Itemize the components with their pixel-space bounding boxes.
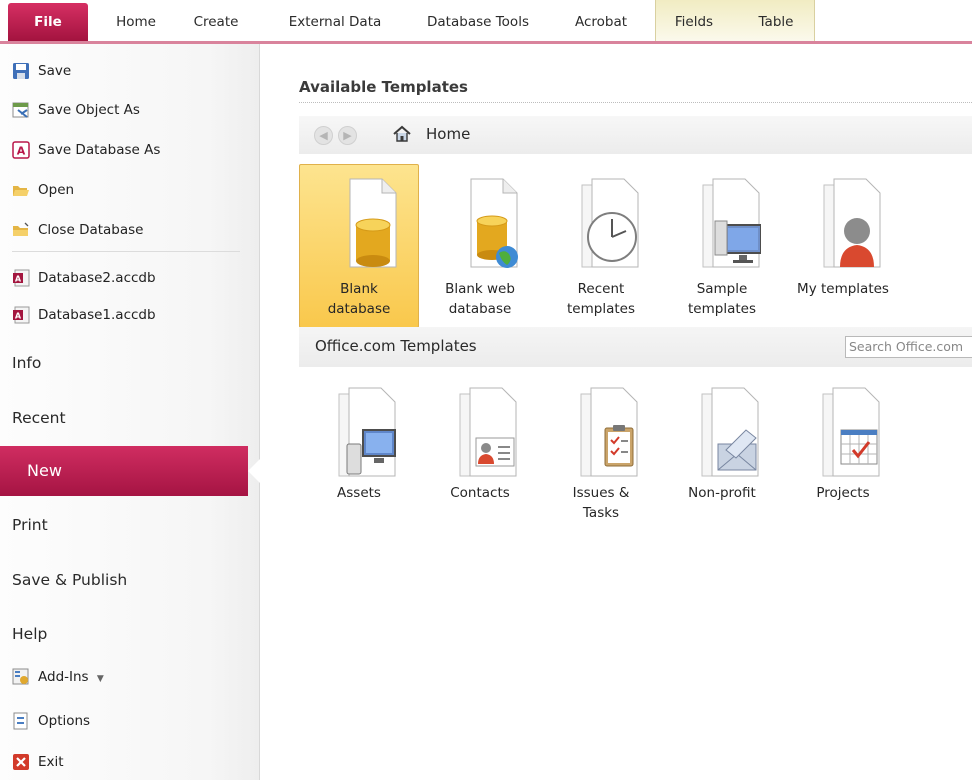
office-templates-bar: Office.com Templates Search Office.com [299, 327, 972, 367]
svg-text:A: A [15, 275, 22, 284]
save-label: Save [38, 63, 72, 79]
add-ins-icon [12, 668, 29, 685]
template-label: Blank database [327, 281, 391, 317]
tab-home[interactable]: Home [108, 0, 164, 41]
contact-card-icon [459, 387, 517, 477]
svg-text:A: A [15, 312, 22, 321]
tab-database-tools[interactable]: Database Tools [414, 0, 542, 41]
save-database-as-command[interactable]: A Save Database As [12, 137, 161, 163]
clipboard-icon [580, 387, 638, 477]
calendar-icon [822, 387, 880, 477]
save-command[interactable]: Save [13, 58, 72, 84]
template-label: Sample templates [688, 281, 756, 317]
forward-icon[interactable]: ▶ [338, 126, 357, 145]
nav-tab-new[interactable]: New [0, 446, 248, 496]
office-template-contacts[interactable]: Contacts [420, 384, 540, 544]
options-icon [13, 712, 28, 730]
clock-icon [581, 178, 639, 268]
template-blank-database[interactable]: Blank database [299, 164, 419, 328]
nav-tab-recent[interactable]: Recent [12, 403, 66, 433]
save-object-as-label: Save Object As [38, 102, 140, 118]
nav-tab-info[interactable]: Info [12, 348, 41, 378]
office-template-label: Contacts [450, 485, 510, 501]
save-database-as-icon: A [12, 141, 30, 159]
office-template-projects[interactable]: Projects [783, 384, 903, 544]
nav-tab-print[interactable]: Print [12, 510, 48, 540]
save-object-as-command[interactable]: Save Object As [12, 97, 140, 123]
add-ins-label: Add-Ins [38, 669, 89, 685]
nav-tab-save-publish[interactable]: Save & Publish [12, 565, 127, 595]
nav-tab-help[interactable]: Help [12, 619, 47, 649]
office-template-issues-tasks[interactable]: Issues & Tasks [541, 384, 661, 544]
office-template-non-profit[interactable]: Non-profit [662, 384, 782, 544]
tab-table[interactable]: Table [748, 0, 804, 41]
template-label: Recent templates [567, 281, 635, 317]
access-file-icon: A [13, 269, 30, 287]
tab-create[interactable]: Create [186, 0, 246, 41]
tab-file[interactable]: File [8, 3, 88, 41]
person-icon [823, 178, 881, 268]
recent-file-label: Database1.accdb [38, 307, 156, 323]
blank-database-icon [349, 178, 397, 268]
template-location-bar: ◀ ▶ Home [299, 116, 972, 154]
monitor-icon [702, 178, 761, 268]
template-recent-templates[interactable]: Recent templates [541, 164, 661, 328]
nav-separator [12, 251, 240, 252]
tab-fields[interactable]: Fields [662, 0, 726, 41]
add-ins-command[interactable]: Add-Ins ▼ [12, 664, 104, 690]
template-my-templates[interactable]: My templates [783, 164, 903, 328]
open-command[interactable]: Open [13, 177, 75, 203]
save-database-as-label: Save Database As [38, 142, 161, 158]
new-backstage-content: Available Templates ◀ ▶ Home Blank databa… [261, 44, 972, 780]
svg-text:A: A [17, 145, 26, 158]
office-template-label: Issues & Tasks [572, 485, 630, 521]
office-template-label: Assets [337, 485, 381, 501]
recent-file-label: Database2.accdb [38, 270, 156, 286]
exit-icon [13, 754, 29, 770]
open-folder-icon [13, 186, 29, 196]
back-icon[interactable]: ◀ [314, 126, 333, 145]
exit-label: Exit [38, 754, 64, 770]
open-label: Open [38, 182, 75, 198]
recent-file-database2[interactable]: A Database2.accdb [13, 265, 156, 291]
recent-file-database1[interactable]: A Database1.accdb [13, 302, 156, 328]
tab-external-data[interactable]: External Data [280, 0, 390, 41]
ribbon-tab-bar: File Home Create External Data Database … [0, 0, 972, 44]
template-sample-templates[interactable]: Sample templates [662, 164, 782, 328]
backstage-nav: Save Save Object As A Save Database As O… [0, 44, 261, 780]
office-template-assets[interactable]: Assets [299, 384, 419, 544]
save-object-as-icon [12, 102, 29, 118]
office-template-label: Projects [816, 485, 870, 501]
available-templates-heading: Available Templates [299, 78, 468, 96]
office-templates-heading: Office.com Templates [315, 337, 477, 355]
computer-icon [338, 387, 396, 477]
exit-command[interactable]: Exit [13, 749, 64, 775]
office-template-label: Non-profit [688, 485, 756, 501]
heading-rule [299, 102, 972, 103]
chevron-down-icon: ▼ [96, 674, 104, 684]
envelope-icon [701, 387, 759, 477]
close-database-label: Close Database [38, 222, 144, 238]
save-icon [13, 63, 29, 79]
office-search-input[interactable]: Search Office.com [845, 336, 972, 358]
options-label: Options [38, 713, 91, 729]
template-label: Blank web database [445, 281, 515, 317]
close-database-command[interactable]: Close Database [13, 217, 144, 243]
close-database-icon [13, 222, 29, 236]
blank-web-database-icon [470, 178, 518, 268]
access-file-icon: A [13, 306, 30, 324]
tab-acrobat[interactable]: Acrobat [566, 0, 636, 41]
selected-tab-pointer [248, 458, 261, 484]
options-command[interactable]: Options [13, 708, 91, 734]
template-blank-web-database[interactable]: Blank web database [420, 164, 540, 328]
home-icon[interactable] [392, 124, 412, 144]
location-label[interactable]: Home [426, 125, 470, 143]
template-label: My templates [797, 281, 889, 297]
